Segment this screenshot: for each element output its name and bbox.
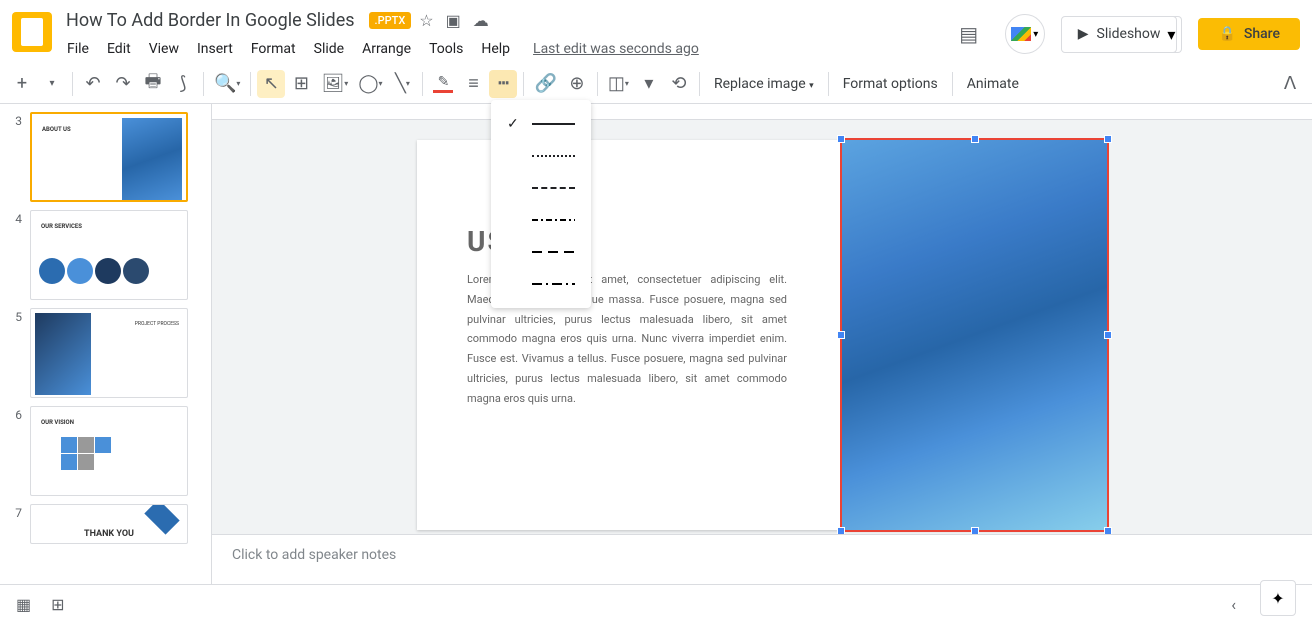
new-slide-button[interactable]: + (8, 70, 36, 98)
resize-handle[interactable] (1104, 527, 1112, 534)
format-options-button[interactable]: Format options (835, 76, 946, 92)
replace-image-button[interactable]: Replace image ▾ (706, 76, 822, 92)
slide-thumb-6[interactable]: OUR VISION (30, 406, 188, 496)
horizontal-ruler (212, 104, 1312, 120)
speaker-notes[interactable]: Click to add speaker notes (212, 534, 1312, 584)
redo-button[interactable]: ↷ (109, 70, 137, 98)
dash-option-long-dash-dot[interactable] (491, 268, 591, 300)
resize-handle[interactable] (837, 331, 845, 339)
slides-logo[interactable] (12, 12, 52, 52)
dash-option-long-dash[interactable] (491, 236, 591, 268)
cloud-icon[interactable]: ☁ (473, 11, 489, 30)
slide-thumb-7[interactable]: THANK YOU (30, 504, 188, 544)
zoom-button[interactable]: 🔍▾ (210, 70, 244, 98)
move-icon[interactable]: ▣ (446, 11, 461, 30)
dash-option-solid[interactable]: ✓ (491, 108, 591, 140)
menu-view[interactable]: View (142, 37, 186, 61)
slide-number: 6 (8, 406, 22, 496)
star-icon[interactable]: ☆ (419, 11, 433, 30)
explore-icon: ✦ (1271, 589, 1284, 608)
meet-button[interactable]: ▾ (1005, 14, 1045, 54)
check-icon: ✓ (507, 116, 520, 132)
menu-arrange[interactable]: Arrange (355, 37, 418, 61)
comment-button[interactable]: ⊕ (563, 70, 591, 98)
dash-option-dotted[interactable] (491, 140, 591, 172)
menu-slide[interactable]: Slide (307, 37, 351, 61)
line-tool[interactable]: ╲▾ (388, 70, 416, 98)
last-edit-link[interactable]: Last edit was seconds ago (533, 41, 699, 57)
textbox-tool[interactable]: ⊞ (287, 70, 315, 98)
pptx-badge: .PPTX (369, 12, 412, 29)
slide-number: 4 (8, 210, 22, 300)
slide-thumb-4[interactable]: OUR SERVICES (30, 210, 188, 300)
collapse-filmstrip-icon[interactable]: ‹ (1231, 595, 1236, 614)
slideshow-dropdown[interactable]: ▾ (1161, 16, 1182, 53)
collapse-toolbar-button[interactable]: ᐱ (1276, 70, 1304, 98)
resize-handle[interactable] (1104, 135, 1112, 143)
dash-option-dash-dot[interactable] (491, 204, 591, 236)
reset-image-button[interactable]: ⟲ (665, 70, 693, 98)
slideshow-button[interactable]: ▶Slideshow (1061, 16, 1178, 53)
slide-thumb-3[interactable]: ABOUT US (30, 112, 188, 202)
resize-handle[interactable] (1104, 331, 1112, 339)
link-button[interactable]: 🔗 (530, 70, 560, 98)
resize-handle[interactable] (837, 527, 845, 534)
slide-number: 3 (8, 112, 22, 202)
resize-handle[interactable] (971, 135, 979, 143)
canvas-area: US Lorem ipsum dolor sit amet, consectet… (212, 104, 1312, 584)
toolbar: + ▾ ↶ ↷ 🖶 ⟆ 🔍▾ ↖ ⊞ 🖼▾ ◯▾ ╲▾ ✎ ≡ ┅ 🔗 ⊕ ◫▾… (0, 64, 1312, 104)
mask-button[interactable]: ▾ (635, 70, 663, 98)
border-weight-button[interactable]: ≡ (459, 70, 487, 98)
lock-icon: 🔒 (1218, 26, 1235, 42)
new-slide-dropdown[interactable]: ▾ (38, 70, 66, 98)
menu-insert[interactable]: Insert (190, 37, 240, 61)
app-header: How To Add Border In Google Slides .PPTX… (0, 0, 1312, 64)
dash-option-dashed[interactable] (491, 172, 591, 204)
menu-help[interactable]: Help (474, 37, 517, 61)
resize-handle[interactable] (971, 527, 979, 534)
menu-edit[interactable]: Edit (100, 37, 138, 61)
shape-tool[interactable]: ◯▾ (354, 70, 386, 98)
print-button[interactable]: 🖶 (139, 70, 167, 98)
border-color-button[interactable]: ✎ (429, 70, 457, 98)
bottom-bar: ▦ ⊞ ‹ ✦ (0, 584, 1312, 624)
menu-tools[interactable]: Tools (422, 37, 470, 61)
paint-format-button[interactable]: ⟆ (169, 70, 197, 98)
menu-format[interactable]: Format (244, 37, 303, 61)
menu-bar: File Edit View Insert Format Slide Arran… (60, 37, 949, 61)
share-button[interactable]: 🔒Share (1198, 18, 1300, 50)
meet-icon (1011, 27, 1031, 41)
slide-number: 5 (8, 308, 22, 398)
selected-image[interactable] (842, 140, 1107, 530)
comments-icon[interactable]: ▤ (949, 14, 989, 54)
slide-thumb-5[interactable]: PROJECT PROCESS (30, 308, 188, 398)
border-dash-menu: ✓ (491, 100, 591, 308)
image-tool[interactable]: 🖼▾ (317, 70, 352, 98)
animate-button[interactable]: Animate (959, 76, 1027, 92)
crop-button[interactable]: ◫▾ (604, 70, 633, 98)
explore-button[interactable]: ✦ (1260, 580, 1296, 616)
menu-file[interactable]: File (60, 37, 96, 61)
select-tool[interactable]: ↖ (257, 70, 285, 98)
slide-number: 7 (8, 504, 22, 544)
resize-handle[interactable] (837, 135, 845, 143)
grid-view-icon[interactable]: ⊞ (51, 595, 64, 614)
play-icon: ▶ (1078, 26, 1089, 42)
filmstrip[interactable]: 3ABOUT US 4OUR SERVICES 5PROJECT PROCESS… (0, 104, 212, 584)
doc-title[interactable]: How To Add Border In Google Slides (60, 8, 361, 33)
border-dash-button[interactable]: ┅ (489, 70, 517, 98)
undo-button[interactable]: ↶ (79, 70, 107, 98)
filmstrip-view-icon[interactable]: ▦ (16, 595, 31, 614)
